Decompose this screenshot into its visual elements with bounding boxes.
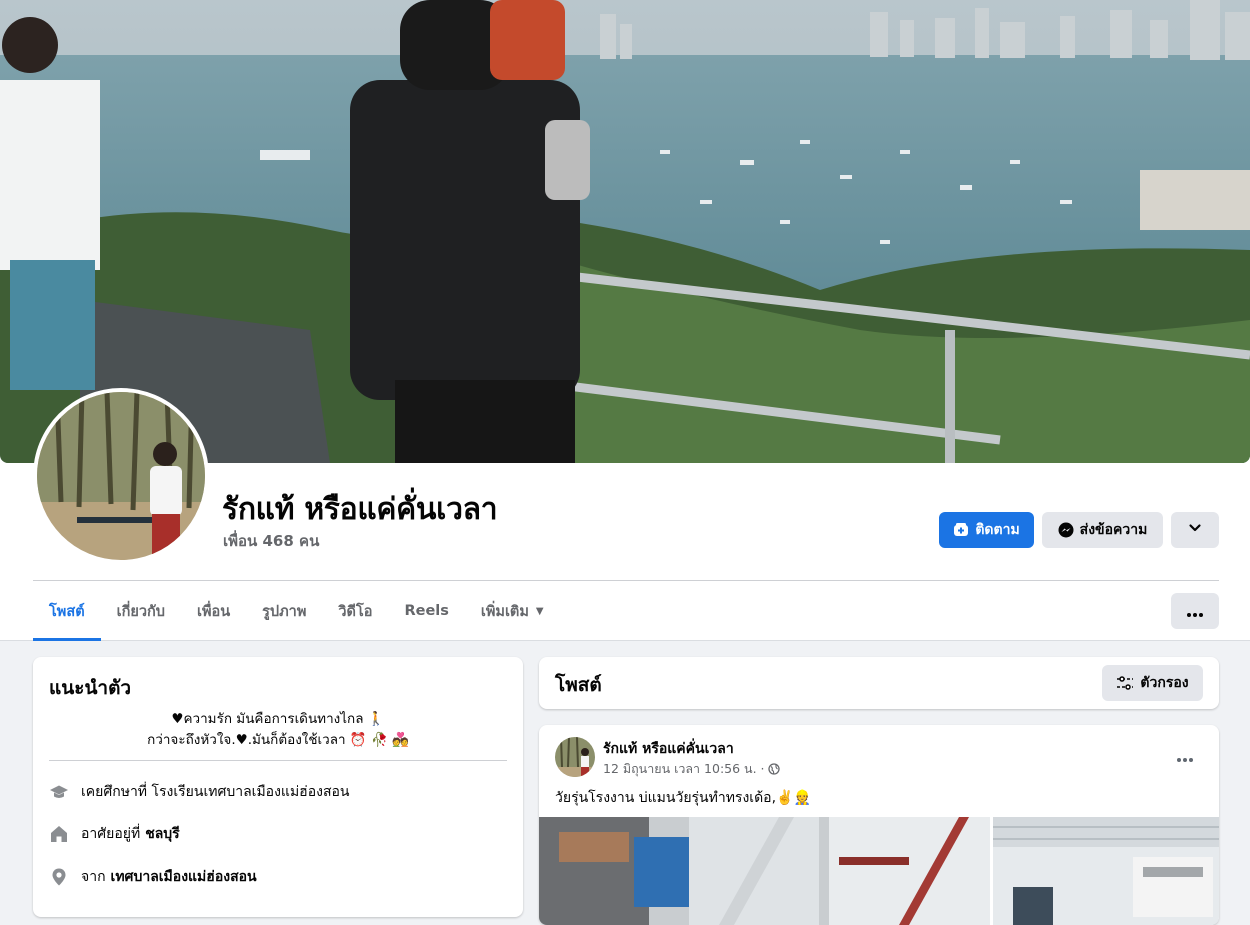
current-city-prefix: อาศัยอยู่ที่ <box>81 826 141 842</box>
post-text: วัยรุ่นโรงงาน บ่แมนวัยรุ่นทำทรงเด้อ,✌️👷 <box>555 790 811 806</box>
bio-line: ♥ความรัก มันคือการเดินทางไกล 🚶 <box>171 711 385 727</box>
more-dots-icon <box>1187 602 1203 621</box>
tab-label: เพิ่มเติม <box>480 603 529 620</box>
intro-divider <box>49 760 507 761</box>
cover-photo[interactable] <box>0 0 1250 463</box>
profile-name: รักแท้ หรือแค่คั่นเวลา <box>222 492 498 527</box>
tab-label: เพื่อน <box>196 603 231 620</box>
follow-plus-icon <box>953 522 969 538</box>
more-dots-icon <box>1177 747 1193 766</box>
tab-posts[interactable]: โพสต์ <box>33 581 101 641</box>
chevron-down-icon <box>1188 521 1202 539</box>
education-row: เคยศึกษาที่ โรงเรียนเทศบาลเมืองแม่ฮ่องสอ… <box>49 781 350 803</box>
tab-videos[interactable]: วิดีโอ <box>322 581 388 641</box>
post-options-button[interactable] <box>1167 743 1203 769</box>
post-card: รักแท้ หรือแค่คั่นเวลา 12 มิถุนายน เวลา … <box>539 725 1219 925</box>
graduation-cap-icon <box>49 782 69 802</box>
location-pin-icon <box>49 867 69 887</box>
bio: ♥ความรัก มันคือการเดินทางไกล 🚶 กว่าจะถึง… <box>49 709 507 751</box>
follow-button[interactable]: ติดตาม <box>939 512 1034 548</box>
messenger-icon <box>1058 522 1074 538</box>
intro-card: แนะนำตัว ♥ความรัก มันคือการเดินทางไกล 🚶 … <box>33 657 523 917</box>
tab-label: โพสต์ <box>49 603 85 620</box>
tab-label: รูปภาพ <box>262 603 307 620</box>
filter-button[interactable]: ตัวกรอง <box>1102 665 1203 701</box>
home-icon <box>49 824 69 844</box>
profile-header: รักแท้ หรือแค่คั่นเวลา เพื่อน 468 คน ติด… <box>0 0 1250 641</box>
globe-icon <box>767 763 780 775</box>
filter-icon <box>1116 675 1134 691</box>
filter-label: ตัวกรอง <box>1140 675 1189 691</box>
posts-title: โพสต์ <box>555 674 602 696</box>
hometown-row: จาก เทศบาลเมืองแม่ฮ่องสอน <box>49 866 257 888</box>
tab-more[interactable]: เพิ่มเติม ▼ <box>465 581 560 641</box>
tab-label: เกี่ยวกับ <box>116 603 165 620</box>
message-button[interactable]: ส่งข้อความ <box>1042 512 1163 548</box>
education-text[interactable]: เคยศึกษาที่ โรงเรียนเทศบาลเมืองแม่ฮ่องสอ… <box>81 781 350 803</box>
post-meta: 12 มิถุนายน เวลา 10:56 น. · <box>603 759 780 779</box>
tab-label: วิดีโอ <box>338 603 373 620</box>
hometown-place[interactable]: เทศบาลเมืองแม่ฮ่องสอน <box>111 866 257 888</box>
current-city-row: อาศัยอยู่ที่ ชลบุรี <box>49 823 180 845</box>
profile-avatar[interactable] <box>33 388 209 564</box>
profile-options-button[interactable] <box>1171 512 1219 548</box>
posts-header-card: โพสต์ ตัวกรอง <box>539 657 1219 709</box>
friend-count[interactable]: เพื่อน 468 คน <box>223 529 319 553</box>
follow-label: ติดตาม <box>975 522 1020 538</box>
intro-title: แนะนำตัว <box>49 677 132 699</box>
tab-reels[interactable]: Reels <box>388 581 464 641</box>
tab-about[interactable]: เกี่ยวกับ <box>101 581 181 641</box>
hometown-prefix: จาก <box>81 869 106 885</box>
post-author-name[interactable]: รักแท้ หรือแค่คั่นเวลา <box>603 738 734 760</box>
post-author-avatar[interactable] <box>555 737 595 777</box>
tabs-more-options-button[interactable] <box>1171 593 1219 629</box>
profile-tabs: โพสต์ เกี่ยวกับ เพื่อน รูปภาพ วิดีโอ Ree… <box>33 581 560 641</box>
post-timestamp[interactable]: 12 มิถุนายน เวลา 10:56 น. · <box>603 759 765 779</box>
tab-friends[interactable]: เพื่อน <box>181 581 246 641</box>
bio-line: กว่าจะถึงหัวใจ.♥.มันก็ต้องใช้เวลา ⏰ 🥀 💑 <box>147 732 409 748</box>
current-city-place[interactable]: ชลบุรี <box>145 823 180 845</box>
tab-photos[interactable]: รูปภาพ <box>246 581 322 641</box>
caret-down-icon: ▼ <box>535 605 544 617</box>
tab-label: Reels <box>404 603 449 619</box>
message-label: ส่งข้อความ <box>1079 522 1148 538</box>
